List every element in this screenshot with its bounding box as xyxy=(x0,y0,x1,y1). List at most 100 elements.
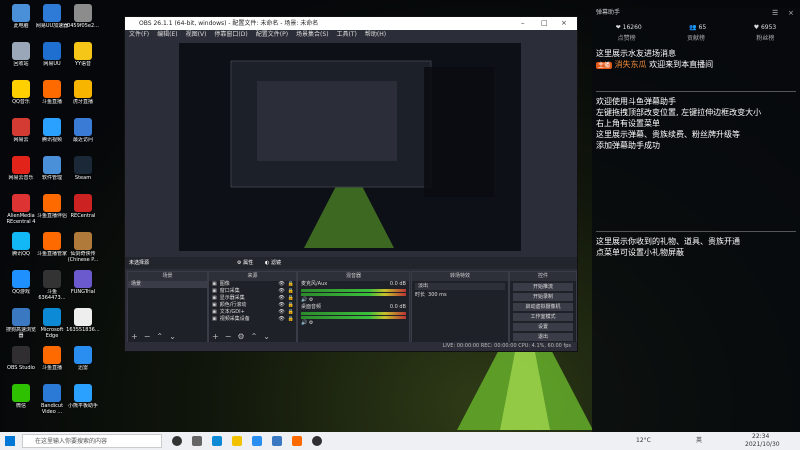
remove-icon[interactable]: − xyxy=(225,332,232,341)
desktop-icon[interactable]: 网易云音乐 xyxy=(4,156,38,181)
menu-icon[interactable]: ☰ xyxy=(772,8,778,18)
filters-button[interactable]: ◐ 滤镜 xyxy=(265,257,281,269)
close-icon[interactable]: × xyxy=(788,8,794,18)
desktop-icon[interactable]: 最近访问 xyxy=(66,118,100,143)
settings-button[interactable]: 设置 xyxy=(513,323,573,331)
studio-mode-button[interactable]: 工作室模式 xyxy=(513,313,573,321)
source-item[interactable]: ▣ 显示器采集 👁 🔒 xyxy=(209,295,296,302)
desktop-icon[interactable]: FUNGTrial xyxy=(66,270,100,295)
down-icon[interactable]: ⌄ xyxy=(263,332,270,341)
menu-profile[interactable]: 配置文件(P) xyxy=(256,30,288,40)
edge-icon[interactable] xyxy=(212,436,222,446)
lock-icon[interactable]: 🔒 xyxy=(288,295,296,302)
visibility-icon[interactable]: 👁 xyxy=(278,309,284,316)
lock-icon[interactable]: 🔒 xyxy=(288,302,296,309)
add-icon[interactable]: + xyxy=(212,332,219,341)
source-item[interactable]: ▣ 文本/GDI+ 👁 🔒 xyxy=(209,309,296,316)
exit-button[interactable]: 退出 xyxy=(513,333,573,341)
visibility-icon[interactable]: 👁 xyxy=(278,295,284,302)
properties-button[interactable]: ⚙ 属性 xyxy=(237,257,253,269)
tab-fans[interactable]: 粉丝榜 xyxy=(756,33,774,42)
desktop-icon[interactable]: 微信 xyxy=(4,384,38,409)
volume-slider[interactable]: 🔊 ⚙ xyxy=(298,320,409,327)
desktop-icon[interactable]: 迅雷 xyxy=(66,346,100,371)
desktop-icon[interactable]: 虎牙直播 xyxy=(66,80,100,105)
lock-icon[interactable]: 🔒 xyxy=(288,309,296,316)
browser-icon[interactable] xyxy=(272,436,282,446)
desktop-icon[interactable]: AlienMedia REcentral 4 xyxy=(4,194,38,225)
visibility-icon[interactable]: 👁 xyxy=(278,288,284,295)
desktop-icon[interactable]: 网易UU xyxy=(35,42,69,67)
xunlei-icon[interactable] xyxy=(252,436,262,446)
desktop-icon[interactable]: 斗鱼直播伴侣 xyxy=(35,194,69,219)
gear-icon[interactable]: ⚙ xyxy=(237,332,244,341)
desktop-icon[interactable]: OBS Studio xyxy=(4,346,38,371)
ime-indicator[interactable]: 英 xyxy=(696,432,702,450)
desktop-icon[interactable]: 网易云 xyxy=(4,118,38,143)
desktop-icon[interactable]: 斗鱼直播 xyxy=(35,346,69,371)
desktop-icon[interactable]: 腾讯视频 xyxy=(35,118,69,143)
lock-icon[interactable]: 🔒 xyxy=(288,288,296,295)
add-icon[interactable]: + xyxy=(131,332,138,341)
desktop-icon[interactable]: 搜狗高速浏览器 xyxy=(4,308,38,339)
task-view-icon[interactable] xyxy=(192,436,202,446)
douyu-icon[interactable] xyxy=(292,436,302,446)
up-icon[interactable]: ⌃ xyxy=(156,332,163,341)
cortana-icon[interactable] xyxy=(172,436,182,446)
desktop-icon[interactable]: Bandicut Video ... xyxy=(35,384,69,415)
clock-time[interactable]: 22:34 xyxy=(752,433,769,440)
menu-scene-collection[interactable]: 场景集合(S) xyxy=(296,30,329,40)
scene-item[interactable]: 场景 xyxy=(128,281,207,288)
menu-help[interactable]: 帮助(H) xyxy=(365,30,386,40)
tab-contribution[interactable]: 贡献榜 xyxy=(687,33,705,42)
menu-view[interactable]: 视图(V) xyxy=(186,30,207,40)
desktop-icon[interactable]: Steam xyxy=(66,156,100,181)
desktop-icon[interactable]: 小熊平板助手 xyxy=(66,384,100,409)
obs-preview[interactable] xyxy=(179,43,521,251)
desktop-icon[interactable]: QQ音乐 xyxy=(4,80,38,105)
menu-file[interactable]: 文件(F) xyxy=(129,30,149,40)
start-streaming-button[interactable]: 开始推流 xyxy=(513,283,573,291)
source-item[interactable]: ▣ 窗口采集 👁 🔒 xyxy=(209,288,296,295)
maximize-icon[interactable]: □ xyxy=(541,17,548,30)
desktop-icon[interactable]: 斗鱼直播 xyxy=(35,80,69,105)
minimize-icon[interactable]: – xyxy=(521,17,525,30)
menu-tools[interactable]: 工具(T) xyxy=(337,30,357,40)
volume-slider[interactable]: 🔊 ⚙ xyxy=(298,297,409,304)
desktop-icon[interactable]: 0459f05e2... xyxy=(66,4,100,29)
visibility-icon[interactable]: 👁 xyxy=(278,302,284,309)
source-item[interactable]: ▣ 视频采集设备 👁 🔒 xyxy=(209,316,296,323)
close-icon[interactable]: × xyxy=(561,17,567,30)
menu-docks[interactable]: 停靠窗口(D) xyxy=(214,30,247,40)
desktop-icon[interactable]: 回收站 xyxy=(4,42,38,67)
desktop-icon[interactable]: 斗鱼直播管家 xyxy=(35,232,69,257)
clock-date[interactable]: 2021/10/30 xyxy=(745,441,780,448)
weather-text[interactable]: 12°C xyxy=(636,432,651,450)
visibility-icon[interactable]: 👁 xyxy=(278,316,284,323)
menu-edit[interactable]: 编辑(E) xyxy=(157,30,177,40)
up-icon[interactable]: ⌃ xyxy=(251,332,258,341)
tab-likes[interactable]: 点赞榜 xyxy=(618,33,636,42)
desktop-icon[interactable]: 软件管理 xyxy=(35,156,69,181)
desktop-icon[interactable]: 腾讯QQ xyxy=(4,232,38,257)
desktop-icon[interactable]: 斗鱼 6364473… xyxy=(35,270,69,301)
windows-start-icon[interactable] xyxy=(5,436,15,446)
desktop-icon[interactable]: Microsoft Edge xyxy=(35,308,69,339)
taskbar-search[interactable]: 在这里输入你要搜索的内容 xyxy=(22,434,162,448)
down-icon[interactable]: ⌄ xyxy=(169,332,176,341)
remove-icon[interactable]: − xyxy=(144,332,151,341)
desktop-icon[interactable]: 163551836… xyxy=(66,308,100,333)
transition-duration[interactable]: 时长 300 ms xyxy=(412,292,508,299)
file-explorer-icon[interactable] xyxy=(232,436,242,446)
transition-select[interactable]: 淡出 xyxy=(415,283,505,290)
source-item[interactable]: ▣ 颜色/行滚动 👁 🔒 xyxy=(209,302,296,309)
user-name[interactable]: 消失东瓜 xyxy=(615,60,647,69)
obs-icon[interactable] xyxy=(312,436,322,446)
desktop-icon[interactable]: YY语音 xyxy=(66,42,100,67)
lock-icon[interactable]: 🔒 xyxy=(288,316,296,323)
desktop-icon[interactable]: QQ游戏 xyxy=(4,270,38,295)
visibility-icon[interactable]: 👁 xyxy=(278,281,284,288)
desktop-icon[interactable]: RECentral xyxy=(66,194,100,219)
desktop-icon[interactable]: 仙剑奇侠传 (Chinese P... xyxy=(66,232,100,263)
source-item[interactable]: ▣ 图像 👁 🔒 xyxy=(209,281,296,288)
